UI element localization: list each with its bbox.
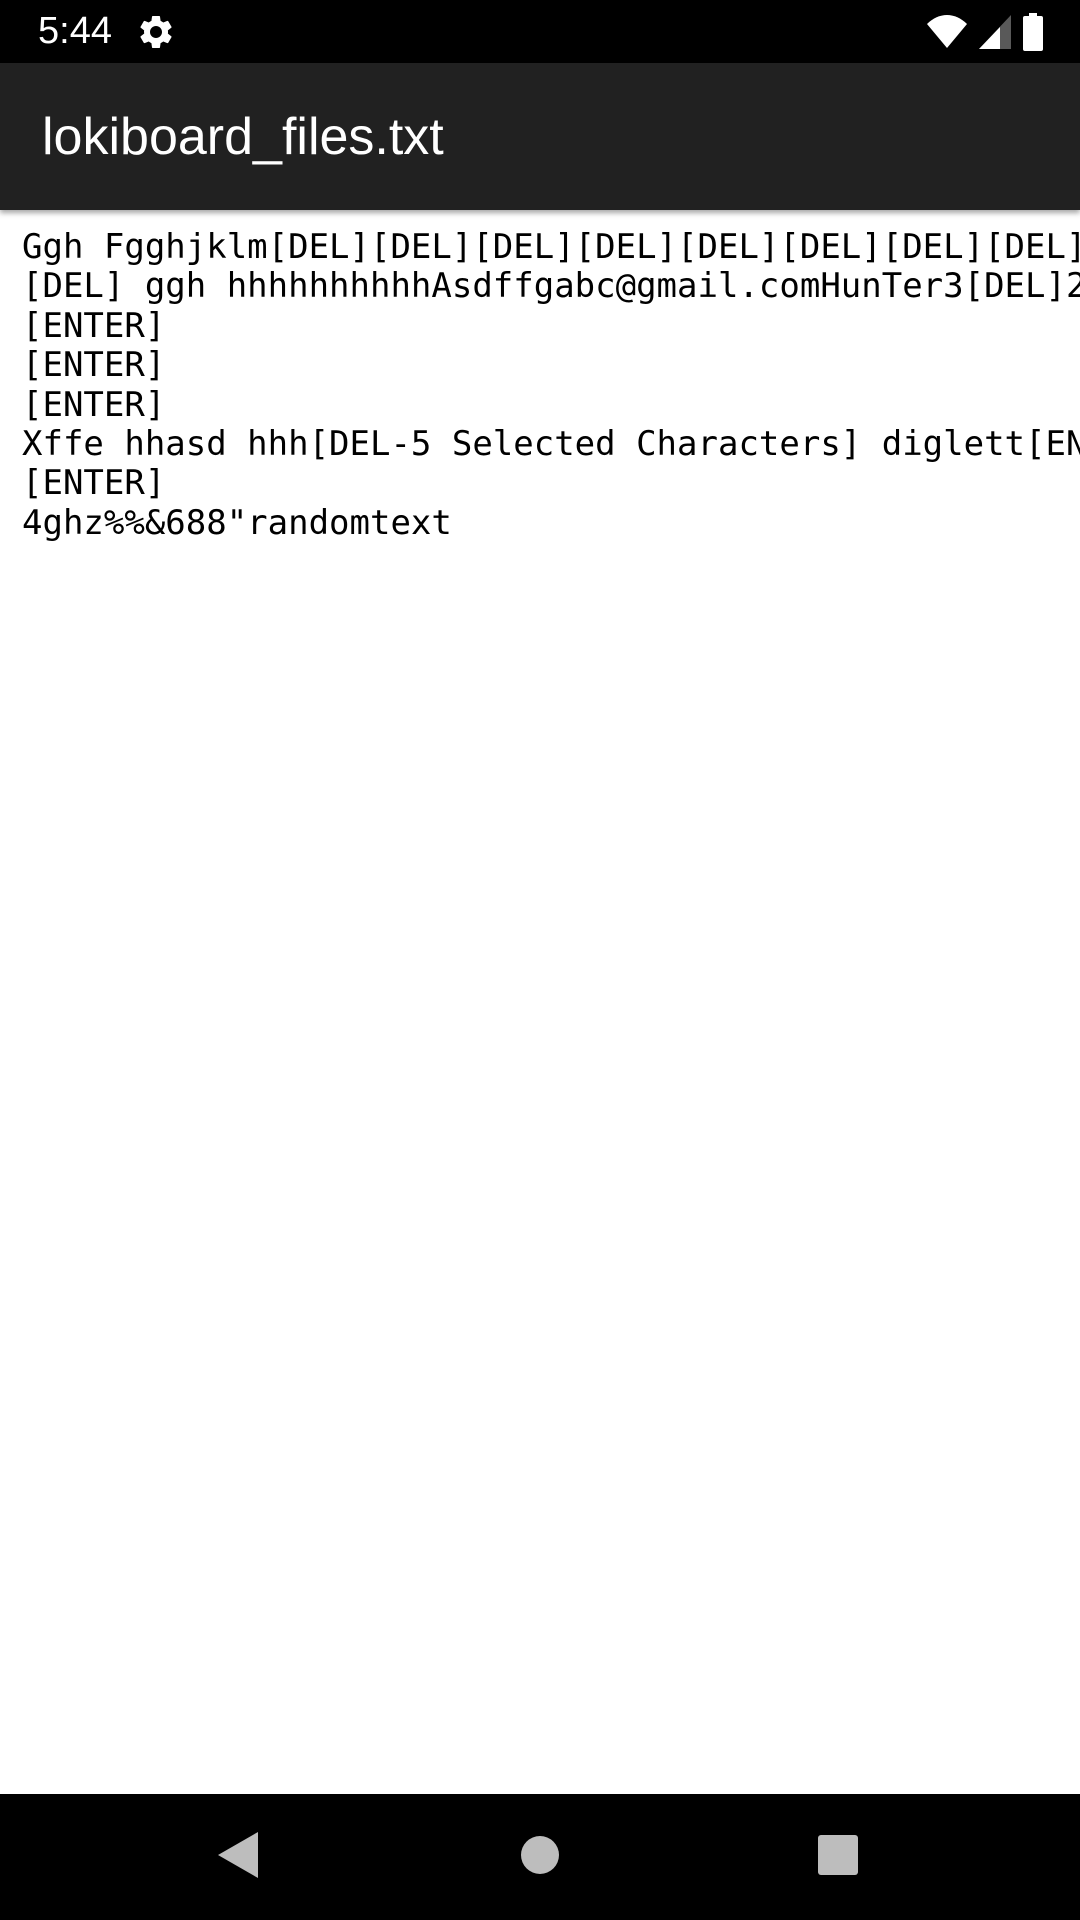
wifi-icon bbox=[926, 14, 968, 50]
text-line: Ggh Fgghjklm[DEL][DEL][DEL][DEL][DEL][DE… bbox=[22, 227, 1080, 267]
back-icon bbox=[216, 1830, 260, 1885]
file-text: Ggh Fgghjklm[DEL][DEL][DEL][DEL][DEL][DE… bbox=[22, 227, 1080, 543]
status-icons bbox=[926, 12, 1044, 52]
recents-button[interactable] bbox=[805, 1824, 871, 1890]
app-bar: lokiboard_files.txt bbox=[0, 63, 1080, 210]
text-line: [DEL] ggh hhhhhhhhhhAsdffgabc@gmail.comH… bbox=[22, 266, 1080, 307]
back-button[interactable] bbox=[205, 1824, 271, 1890]
navigation-bar bbox=[0, 1794, 1080, 1920]
text-line: [ENTER] bbox=[22, 305, 166, 346]
page-title: lokiboard_files.txt bbox=[42, 108, 444, 166]
home-button[interactable] bbox=[507, 1824, 573, 1890]
cell-signal-icon bbox=[978, 14, 1012, 50]
recents-icon bbox=[817, 1834, 859, 1881]
settings-gear-icon bbox=[136, 12, 176, 52]
text-line: [ENTER] bbox=[22, 384, 166, 425]
file-content-area[interactable]: Ggh Fgghjklm[DEL][DEL][DEL][DEL][DEL][DE… bbox=[0, 210, 1080, 1794]
text-line: [ENTER] bbox=[22, 345, 166, 386]
text-line: Xffe hhasd hhh[DEL-5 Selected Characters… bbox=[22, 424, 1080, 465]
home-icon bbox=[520, 1835, 560, 1880]
status-bar: 5:44 bbox=[0, 0, 1080, 63]
text-line: 4ghz%%&688"randomtext bbox=[22, 502, 452, 543]
text-line: [ENTER] bbox=[22, 463, 166, 504]
battery-icon bbox=[1022, 13, 1044, 51]
status-time: 5:44 bbox=[38, 10, 112, 52]
